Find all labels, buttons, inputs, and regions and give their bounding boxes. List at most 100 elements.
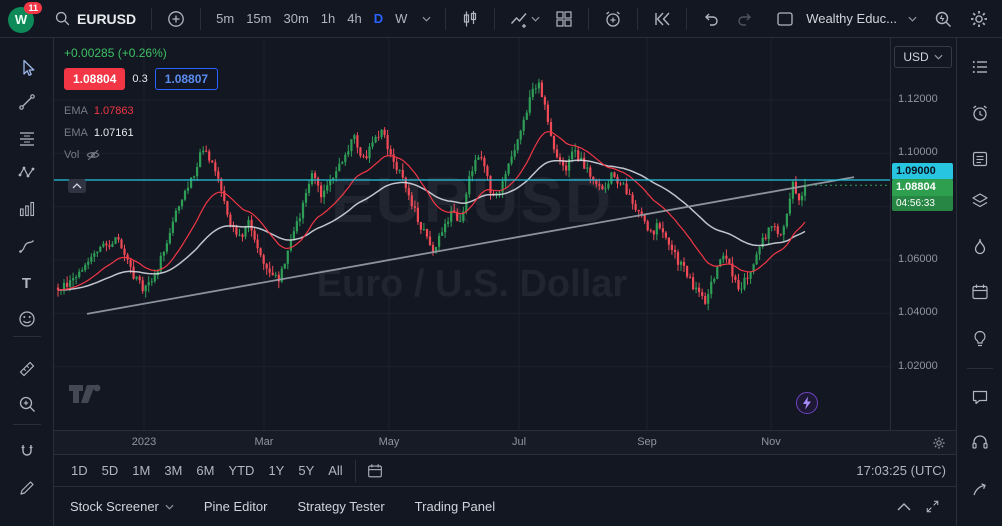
chart-pane[interactable]: EURUSD Euro / U.S. Dollar +0.00285 (+0.2… bbox=[54, 38, 956, 430]
bar-replay-button[interactable] bbox=[647, 5, 677, 33]
ruler-tool-button[interactable] bbox=[12, 354, 42, 384]
text-tool-button[interactable]: T bbox=[12, 268, 42, 298]
publish-button[interactable] bbox=[965, 474, 995, 504]
draw-tool-button[interactable] bbox=[12, 473, 42, 503]
candlestick-icon bbox=[460, 9, 480, 29]
expand-panel-button[interactable] bbox=[897, 502, 911, 511]
timeframe-dropdown-button[interactable] bbox=[417, 12, 436, 26]
layout-name[interactable]: Wealthy Educ... bbox=[806, 11, 897, 26]
price-axis-tick: 1.02000 bbox=[898, 360, 938, 372]
toolbar-separator bbox=[686, 8, 687, 30]
go-to-date-button[interactable] bbox=[361, 458, 389, 484]
timeframe-d-button[interactable]: D bbox=[368, 7, 389, 30]
panel-tabs: Stock Screener Pine Editor Strategy Tester… bbox=[70, 499, 495, 514]
hotlists-button[interactable] bbox=[965, 232, 995, 262]
time-axis-gear-icon[interactable] bbox=[932, 436, 946, 450]
last-price-value: 1.08804 bbox=[896, 181, 949, 194]
forecast-icon bbox=[17, 199, 37, 219]
tab-stock-screener[interactable]: Stock Screener bbox=[70, 499, 174, 514]
tradingview-logo[interactable] bbox=[68, 382, 102, 406]
compare-button[interactable] bbox=[161, 5, 191, 33]
timeframe-5m-button[interactable]: 5m bbox=[210, 7, 240, 30]
watchlist-button[interactable] bbox=[965, 52, 995, 82]
help-button[interactable] bbox=[965, 427, 995, 457]
arrow-curve-icon bbox=[970, 479, 990, 499]
app-logo[interactable]: W 11 bbox=[8, 4, 38, 34]
panel-controls bbox=[897, 499, 940, 514]
quick-search-button[interactable] bbox=[928, 5, 958, 33]
tab-trading-panel[interactable]: Trading Panel bbox=[415, 499, 495, 514]
pattern-tool-button[interactable] bbox=[12, 158, 42, 188]
range-5y-button[interactable]: 5Y bbox=[291, 460, 321, 481]
cursor-tool-button[interactable] bbox=[12, 53, 42, 83]
create-alert-button[interactable] bbox=[598, 5, 628, 33]
undo-button[interactable] bbox=[696, 5, 726, 33]
toolbar-separator bbox=[13, 336, 41, 337]
range-1y-button[interactable]: 1Y bbox=[261, 460, 291, 481]
toolbar-separator bbox=[637, 8, 638, 30]
fib-retracement-tool-button[interactable] bbox=[12, 124, 42, 154]
timeframe-group: 5m15m30m1h4hDW bbox=[210, 7, 413, 30]
ema-fast-legend[interactable]: EMA 1.07863 bbox=[64, 100, 218, 122]
plus-circle-icon bbox=[166, 9, 186, 29]
brush-tool-button[interactable] bbox=[12, 231, 42, 261]
object-tree-button[interactable] bbox=[965, 186, 995, 216]
layout-dropdown-button[interactable] bbox=[903, 12, 922, 26]
timeframe-15m-button[interactable]: 15m bbox=[240, 7, 277, 30]
settings-button[interactable] bbox=[964, 5, 994, 33]
eye-off-icon[interactable] bbox=[85, 147, 101, 163]
indicators-button[interactable] bbox=[504, 5, 545, 33]
grid-layout-button[interactable] bbox=[549, 5, 579, 33]
zoom-tool-button[interactable] bbox=[12, 389, 42, 419]
price-axis[interactable]: USD 1.09000 1.08804 04:56:33 1.120001.10… bbox=[890, 38, 956, 430]
notification-badge: 11 bbox=[24, 2, 42, 14]
tab-strategy-tester[interactable]: Strategy Tester bbox=[297, 499, 384, 514]
expand-arrow-button[interactable] bbox=[68, 179, 86, 193]
range-all-button[interactable]: All bbox=[321, 460, 349, 481]
alerts-button[interactable] bbox=[965, 98, 995, 128]
bid-ask-row: 1.08804 0.3 1.08807 bbox=[64, 68, 218, 90]
redo-button[interactable] bbox=[730, 5, 760, 33]
timeframe-4h-button[interactable]: 4h bbox=[341, 7, 367, 30]
toolbar-separator bbox=[494, 8, 495, 30]
chart-style-button[interactable] bbox=[455, 5, 485, 33]
timeframe-w-button[interactable]: W bbox=[389, 7, 413, 30]
symbol-search-button[interactable]: EURUSD bbox=[48, 6, 142, 31]
chat-button[interactable] bbox=[965, 382, 995, 412]
timeframe-30m-button[interactable]: 30m bbox=[277, 7, 314, 30]
maximize-panel-button[interactable] bbox=[925, 499, 940, 514]
zoom-in-icon bbox=[17, 394, 37, 414]
forecast-tool-button[interactable] bbox=[12, 194, 42, 224]
range-ytd-button[interactable]: YTD bbox=[221, 460, 261, 481]
range-1d-button[interactable]: 1D bbox=[64, 460, 95, 481]
emoji-tool-button[interactable] bbox=[12, 304, 42, 334]
trend-line-tool-button[interactable] bbox=[12, 87, 42, 117]
tab-pine-editor[interactable]: Pine Editor bbox=[204, 499, 268, 514]
ask-price-button[interactable]: 1.08807 bbox=[155, 68, 218, 90]
bid-price-button[interactable]: 1.08804 bbox=[64, 68, 125, 90]
data-window-button[interactable] bbox=[965, 144, 995, 174]
magnet-icon bbox=[17, 441, 37, 461]
ema-slow-legend[interactable]: EMA 1.07161 bbox=[64, 122, 218, 144]
ruler-icon bbox=[17, 359, 37, 379]
layers-icon bbox=[970, 191, 990, 211]
main-area: T bbox=[0, 38, 1002, 526]
timeframe-1h-button[interactable]: 1h bbox=[315, 7, 341, 30]
data-window-icon bbox=[970, 149, 990, 169]
magnet-tool-button[interactable] bbox=[12, 436, 42, 466]
layout-select-button[interactable] bbox=[770, 5, 800, 33]
lightning-quick-action-button[interactable] bbox=[796, 392, 818, 414]
ideas-button[interactable] bbox=[965, 324, 995, 354]
calendar-button[interactable] bbox=[965, 277, 995, 307]
emoji-icon bbox=[17, 309, 37, 329]
currency-dropdown[interactable]: USD bbox=[894, 46, 952, 68]
range-3m-button[interactable]: 3M bbox=[157, 460, 189, 481]
utc-clock[interactable]: 17:03:25 (UTC) bbox=[856, 463, 946, 478]
range-6m-button[interactable]: 6M bbox=[189, 460, 221, 481]
flame-icon bbox=[970, 237, 990, 257]
range-1m-button[interactable]: 1M bbox=[125, 460, 157, 481]
volume-legend[interactable]: Vol bbox=[64, 144, 218, 166]
range-5d-button[interactable]: 5D bbox=[95, 460, 126, 481]
chevron-down-icon bbox=[165, 504, 174, 510]
time-axis[interactable]: 2023MarMayJulSepNov bbox=[54, 430, 956, 454]
